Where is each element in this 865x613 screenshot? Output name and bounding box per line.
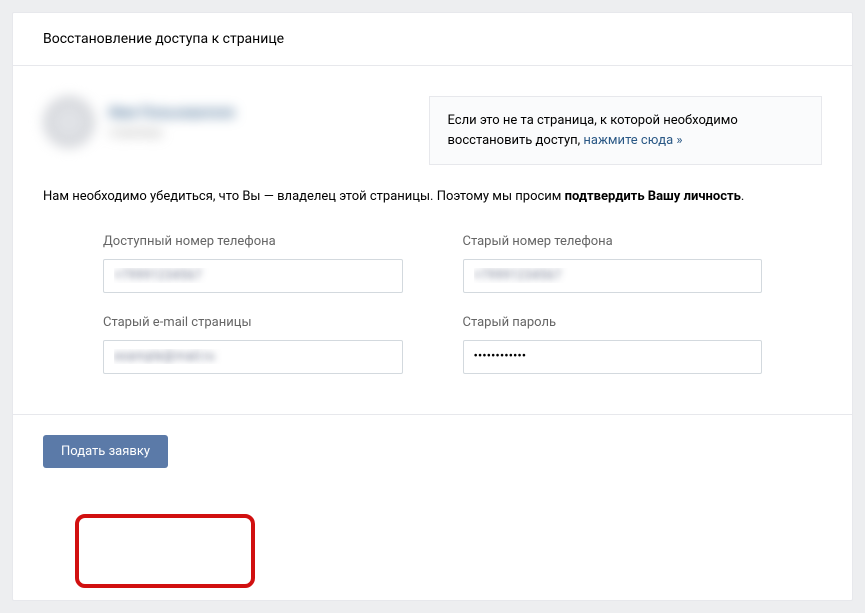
restore-access-card: Восстановление доступа к странице Имя По… xyxy=(12,12,853,601)
user-text: Имя Пользователя страница xyxy=(109,105,234,139)
user-block: Имя Пользователя страница xyxy=(43,96,399,148)
field-old-password: Старый пароль xyxy=(463,315,763,374)
top-row: Имя Пользователя страница Если это не та… xyxy=(43,96,822,165)
click-here-link[interactable]: нажмите сюда » xyxy=(583,133,682,148)
avatar xyxy=(43,96,95,148)
user-sub: страница xyxy=(109,125,234,139)
wrong-page-notice: Если это не та страница, к которой необх… xyxy=(429,96,823,165)
input-old-password[interactable] xyxy=(463,340,763,374)
field-old-email: Старый e-mail страницы xyxy=(103,315,403,374)
highlight-frame xyxy=(75,514,255,588)
description-text: Нам необходимо убедиться, что Вы — владе… xyxy=(43,187,822,208)
submit-button[interactable]: Подать заявку xyxy=(43,435,168,468)
label-old-email: Старый e-mail страницы xyxy=(103,315,403,330)
input-old-email[interactable] xyxy=(103,340,403,374)
card-footer: Подать заявку xyxy=(13,414,852,488)
page-title: Восстановление доступа к странице xyxy=(43,31,822,47)
user-name: Имя Пользователя xyxy=(109,105,234,121)
label-old-phone: Старый номер телефона xyxy=(463,234,763,249)
field-old-phone: Старый номер телефона xyxy=(463,234,763,293)
card-body: Имя Пользователя страница Если это не та… xyxy=(13,66,852,414)
label-old-password: Старый пароль xyxy=(463,315,763,330)
card-header: Восстановление доступа к странице xyxy=(13,13,852,66)
label-available-phone: Доступный номер телефона xyxy=(103,234,403,249)
form-grid: Доступный номер телефона Старый номер те… xyxy=(43,234,822,374)
field-available-phone: Доступный номер телефона xyxy=(103,234,403,293)
input-old-phone[interactable] xyxy=(463,259,763,293)
input-available-phone[interactable] xyxy=(103,259,403,293)
